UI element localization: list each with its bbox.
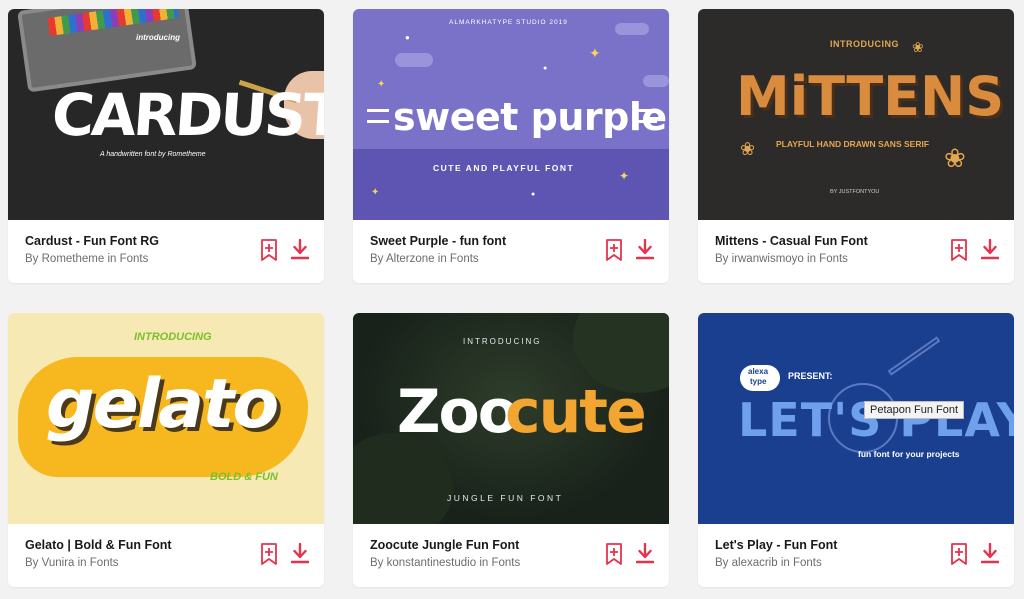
preview-intro: INTRODUCING	[134, 331, 212, 343]
preview-intro: INTRODUCING	[463, 337, 542, 346]
download-icon	[980, 542, 1000, 564]
preview-headline: sweet purple	[393, 95, 667, 139]
cloud	[643, 75, 669, 87]
preview-studio: ALMARKHATYPE STUDIO 2019	[449, 19, 568, 26]
font-title[interactable]: Sweet Purple - fun font	[370, 234, 506, 248]
font-title[interactable]: Zoocute Jungle Fun Font	[370, 538, 519, 552]
font-title[interactable]: Let's Play - Fun Font	[715, 538, 837, 552]
cloud	[615, 23, 649, 35]
preview-tagline: JUNGLE FUN FONT	[447, 493, 564, 503]
font-preview-image[interactable]: introducing CARDUST A handwritten font b…	[8, 9, 324, 220]
font-title[interactable]: Mittens - Casual Fun Font	[715, 234, 868, 248]
preview-tagline: A handwritten font by Rometheme	[100, 151, 206, 158]
font-title[interactable]: Gelato | Bold & Fun Font	[25, 538, 172, 552]
download-icon	[290, 542, 310, 564]
card-meta: Mittens - Casual Fun Font By irwanwismoy…	[698, 220, 1014, 283]
font-card[interactable]: ✦ ✦ ✦ ✦ ● ● ● ALMARKHATYPE STUDIO 2019 s…	[353, 9, 669, 283]
download-button[interactable]	[635, 542, 655, 565]
font-preview-image[interactable]: alexa type PRESENT: LET'S PLAY fun font …	[698, 313, 1014, 524]
preview-headline: MiTTENS	[736, 65, 1005, 128]
download-icon	[635, 542, 655, 564]
preview-intro: introducing	[136, 33, 180, 42]
download-button[interactable]	[290, 542, 310, 565]
font-author[interactable]: By Rometheme in Fonts	[25, 253, 148, 265]
guitar-neck	[887, 336, 941, 376]
bookmark-add-icon	[951, 239, 967, 261]
bookmark-add-icon	[951, 543, 967, 565]
download-button[interactable]	[980, 238, 1000, 261]
download-icon	[290, 238, 310, 260]
sparkle-icon: ✦	[377, 79, 386, 90]
bookmark-add-button[interactable]	[605, 542, 623, 566]
accent-lines-right	[635, 109, 657, 123]
paw-icon: ❀	[912, 39, 924, 55]
download-icon	[980, 238, 1000, 260]
preview-headline-a: Zoo	[397, 377, 519, 447]
font-preview-image[interactable]: INTRODUCING gelato BOLD & FUN	[8, 313, 324, 524]
card-meta: Sweet Purple - fun font By Alterzone in …	[353, 220, 669, 283]
sparkle-icon: ✦	[619, 169, 630, 183]
sparkle-icon: ✦	[589, 45, 601, 61]
bookmark-add-icon	[606, 239, 622, 261]
bookmark-add-button[interactable]	[260, 542, 278, 566]
dot-icon: ●	[543, 65, 548, 72]
download-button[interactable]	[980, 542, 1000, 565]
logo-line2: type	[750, 377, 767, 386]
preview-present: PRESENT:	[788, 371, 833, 381]
preview-headline: gelato	[46, 365, 279, 444]
paw-icon: ❀	[944, 143, 966, 173]
download-button[interactable]	[290, 238, 310, 261]
cloud	[395, 53, 433, 67]
preview-intro: INTRODUCING	[830, 39, 899, 49]
hover-tooltip: Petapon Fun Font	[864, 401, 965, 419]
font-preview-image[interactable]: INTRODUCING ❀ ❀ ❀ MiTTENS PLAYFUL HAND D…	[698, 9, 1014, 220]
bookmark-add-icon	[261, 239, 277, 261]
font-preview-image[interactable]: INTRODUCING Zoo cute JUNGLE FUN FONT	[353, 313, 669, 524]
bookmark-add-button[interactable]	[260, 238, 278, 262]
font-author[interactable]: By Alterzone in Fonts	[370, 253, 479, 265]
preview-credit: BY JUSTFONTYOU	[830, 189, 880, 195]
font-card[interactable]: INTRODUCING gelato BOLD & FUN Gelato | B…	[8, 313, 324, 587]
card-meta: Gelato | Bold & Fun Font By Vunira in Fo…	[8, 524, 324, 587]
preview-tagline: CUTE AND PLAYFUL FONT	[433, 163, 575, 173]
bookmark-add-icon	[606, 543, 622, 565]
hill-band	[353, 149, 669, 220]
font-author[interactable]: By konstantinestudio in Fonts	[370, 557, 520, 569]
font-preview-image[interactable]: ✦ ✦ ✦ ✦ ● ● ● ALMARKHATYPE STUDIO 2019 s…	[353, 9, 669, 220]
card-meta: Cardust - Fun Font RG By Rometheme in Fo…	[8, 220, 324, 283]
card-meta: Let's Play - Fun Font By alexacrib in Fo…	[698, 524, 1014, 587]
dot-icon: ●	[405, 33, 410, 42]
bookmark-add-icon	[261, 543, 277, 565]
font-card[interactable]: INTRODUCING ❀ ❀ ❀ MiTTENS PLAYFUL HAND D…	[698, 9, 1014, 283]
bookmark-add-button[interactable]	[950, 542, 968, 566]
font-card[interactable]: alexa type PRESENT: LET'S PLAY fun font …	[698, 313, 1014, 587]
logo-line1: alexa	[748, 367, 769, 376]
font-author[interactable]: By irwanwismoyo in Fonts	[715, 253, 848, 265]
font-card[interactable]: introducing CARDUST A handwritten font b…	[8, 9, 324, 283]
preview-headline-b: cute	[505, 377, 647, 447]
font-author[interactable]: By Vunira in Fonts	[25, 557, 119, 569]
paw-icon: ❀	[740, 139, 756, 159]
accent-lines-left	[367, 109, 389, 123]
sparkle-icon: ✦	[371, 187, 380, 198]
preview-tagline: BOLD & FUN	[210, 471, 278, 483]
bookmark-add-button[interactable]	[605, 238, 623, 262]
bookmark-add-button[interactable]	[950, 238, 968, 262]
download-button[interactable]	[635, 238, 655, 261]
card-meta: Zoocute Jungle Fun Font By konstantinest…	[353, 524, 669, 587]
preview-tagline: PLAYFUL HAND DRAWN SANS SERIF	[776, 139, 930, 149]
preview-tagline: fun font for your projects	[858, 449, 960, 459]
preview-headline: CARDUST	[49, 81, 324, 149]
font-author[interactable]: By alexacrib in Fonts	[715, 557, 822, 569]
dot-icon: ●	[531, 191, 536, 198]
download-icon	[635, 238, 655, 260]
font-title[interactable]: Cardust - Fun Font RG	[25, 234, 159, 248]
font-card[interactable]: INTRODUCING Zoo cute JUNGLE FUN FONT Zoo…	[353, 313, 669, 587]
